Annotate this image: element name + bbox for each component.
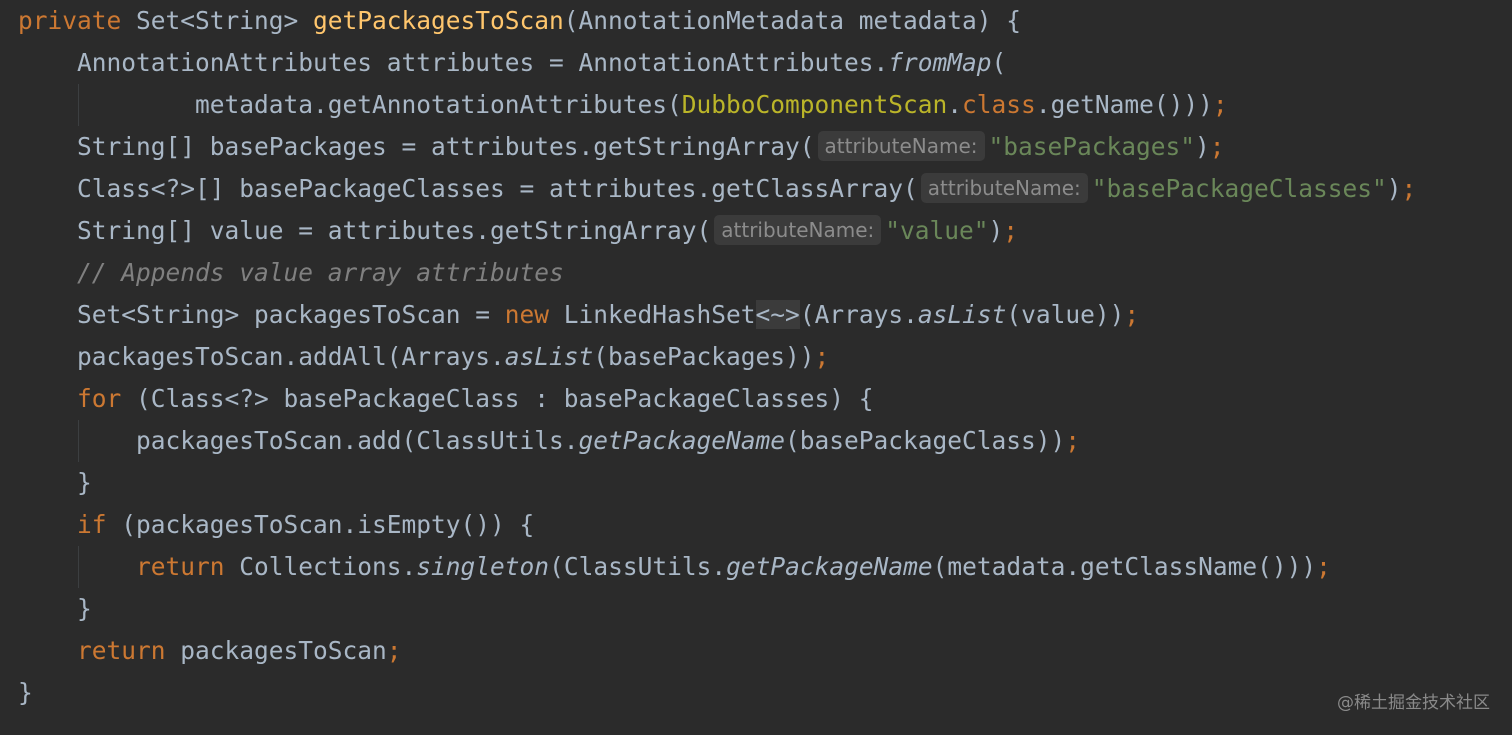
code-token: (packagesToScan.isEmpty()) { <box>121 510 535 539</box>
code-token: . <box>947 90 963 119</box>
code-token: for <box>77 384 137 413</box>
code-line[interactable]: metadata.getAnnotationAttributes(DubboCo… <box>18 84 1228 126</box>
code-token: } <box>18 468 92 497</box>
code-line[interactable]: packagesToScan.add(ClassUtils.getPackage… <box>18 420 1080 462</box>
code-token: Collections. <box>239 552 417 581</box>
code-token: ; <box>814 342 830 371</box>
code-line[interactable]: if (packagesToScan.isEmpty()) { <box>18 504 534 546</box>
code-token: "basePackageClasses" <box>1091 174 1387 203</box>
code-line[interactable]: return packagesToScan; <box>18 630 402 672</box>
parameter-hint: attributeName: <box>714 215 882 245</box>
code-line[interactable]: packagesToScan.addAll(Arrays.asList(base… <box>18 336 829 378</box>
code-token: String[] value = attributes.getStringArr… <box>18 216 712 245</box>
code-line[interactable]: // Appends value array attributes <box>18 252 564 294</box>
code-token: (Arrays. <box>799 300 918 329</box>
code-token: (basePackageClass)) <box>785 426 1066 455</box>
code-token: fromMap <box>888 48 992 77</box>
code-token: Set<String> packagesToScan = <box>18 300 505 329</box>
code-token: <~> <box>755 300 800 329</box>
code-token: String[] basePackages = attributes.getSt… <box>18 132 815 161</box>
code-token: (basePackages)) <box>593 342 815 371</box>
code-token: (value)) <box>1006 300 1125 329</box>
code-token: (Class<?> basePackageClass : basePackage… <box>136 384 874 413</box>
code-token: "value" <box>885 216 989 245</box>
watermark: @稀土掘金技术社区 <box>1337 693 1490 713</box>
code-token: ; <box>386 636 402 665</box>
code-token: ) <box>988 216 1004 245</box>
code-token: asList <box>917 300 1007 329</box>
code-token: ) <box>1386 174 1402 203</box>
code-token: // Appends value array attributes <box>18 258 564 287</box>
code-token: } <box>18 678 33 707</box>
code-token: ( <box>991 48 1007 77</box>
code-token: packagesToScan.add(ClassUtils. <box>18 426 579 455</box>
code-token: ) <box>1195 132 1210 161</box>
code-token: packagesToScan.addAll(Arrays. <box>18 342 505 371</box>
code-line[interactable]: } <box>18 672 33 714</box>
code-token: asList <box>504 342 594 371</box>
parameter-hint: attributeName: <box>817 131 985 161</box>
code-token: (AnnotationMetadata metadata) { <box>563 6 1022 35</box>
code-line[interactable]: } <box>18 462 92 504</box>
code-token: .getName())) <box>1035 90 1213 119</box>
code-token: LinkedHashSet <box>563 300 756 329</box>
code-token: Class<?>[] basePackageClasses = attribut… <box>18 174 918 203</box>
code-line[interactable]: return Collections.singleton(ClassUtils.… <box>18 546 1331 588</box>
code-token: return <box>136 552 240 581</box>
code-token: "basePackages" <box>988 132 1196 161</box>
code-token: AnnotationAttributes attributes = Annota… <box>18 48 889 77</box>
code-token: singleton <box>416 552 550 581</box>
code-token: getPackageName <box>726 552 933 581</box>
code-token: ; <box>1003 216 1019 245</box>
code-token: private <box>18 6 137 35</box>
code-token: new <box>504 300 564 329</box>
code-token: (metadata.getClassName())) <box>932 552 1317 581</box>
code-line[interactable]: AnnotationAttributes attributes = Annota… <box>18 42 1006 84</box>
code-line[interactable]: private Set<String> getPackagesToScan(An… <box>18 0 1021 42</box>
code-line[interactable]: Class<?>[] basePackageClasses = attribut… <box>18 168 1416 210</box>
code-token: ; <box>1316 552 1331 581</box>
code-token: ; <box>1124 300 1140 329</box>
code-token: ; <box>1212 90 1228 119</box>
code-token: (ClassUtils. <box>549 552 727 581</box>
code-token: if <box>77 510 122 539</box>
code-token: } <box>18 594 92 623</box>
code-token: DubboComponentScan <box>681 90 948 119</box>
parameter-hint: attributeName: <box>920 173 1088 203</box>
code-token: ; <box>1209 132 1225 161</box>
code-editor[interactable]: private Set<String> getPackagesToScan(An… <box>0 0 1512 735</box>
code-token: ; <box>1065 426 1081 455</box>
code-token: class <box>962 90 1036 119</box>
code-token: getPackagesToScan <box>313 6 564 35</box>
code-line[interactable]: Set<String> packagesToScan = new LinkedH… <box>18 294 1139 336</box>
code-line[interactable]: String[] value = attributes.getStringArr… <box>18 210 1018 252</box>
code-token: metadata.getAnnotationAttributes( <box>18 90 682 119</box>
code-token: ; <box>1401 174 1417 203</box>
code-token: getPackageName <box>578 426 786 455</box>
code-token: return <box>77 636 181 665</box>
code-token: packagesToScan <box>180 636 387 665</box>
code-token: Set<String> <box>136 6 314 35</box>
code-line[interactable]: } <box>18 588 92 630</box>
code-line[interactable]: String[] basePackages = attributes.getSt… <box>18 126 1225 168</box>
code-line[interactable]: for (Class<?> basePackageClass : basePac… <box>18 378 874 420</box>
